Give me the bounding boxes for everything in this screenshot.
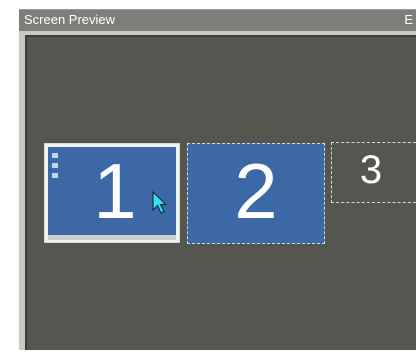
screen-2-thumbnail[interactable]: 2 xyxy=(187,143,325,244)
desktop-icon xyxy=(52,173,58,178)
screen-2-number: 2 xyxy=(234,147,278,235)
screen-3-number: 3 xyxy=(359,148,383,192)
screen-preview-window: Screen Preview E 1 2 3 xyxy=(0,0,416,356)
desktop-icon xyxy=(52,153,58,158)
window-titlebar: Screen Preview E xyxy=(19,9,416,31)
screen-1-number: 1 xyxy=(93,147,137,235)
desktop-icon xyxy=(52,163,58,168)
window-bottom-edge xyxy=(19,350,416,356)
window-title: Screen Preview xyxy=(24,12,116,27)
mouse-pointer-icon xyxy=(152,190,168,214)
screen-3-thumbnail[interactable]: 3 xyxy=(331,142,416,203)
titlebar-corner-glyph: E xyxy=(404,12,413,27)
screen-1-taskbar xyxy=(48,235,176,240)
